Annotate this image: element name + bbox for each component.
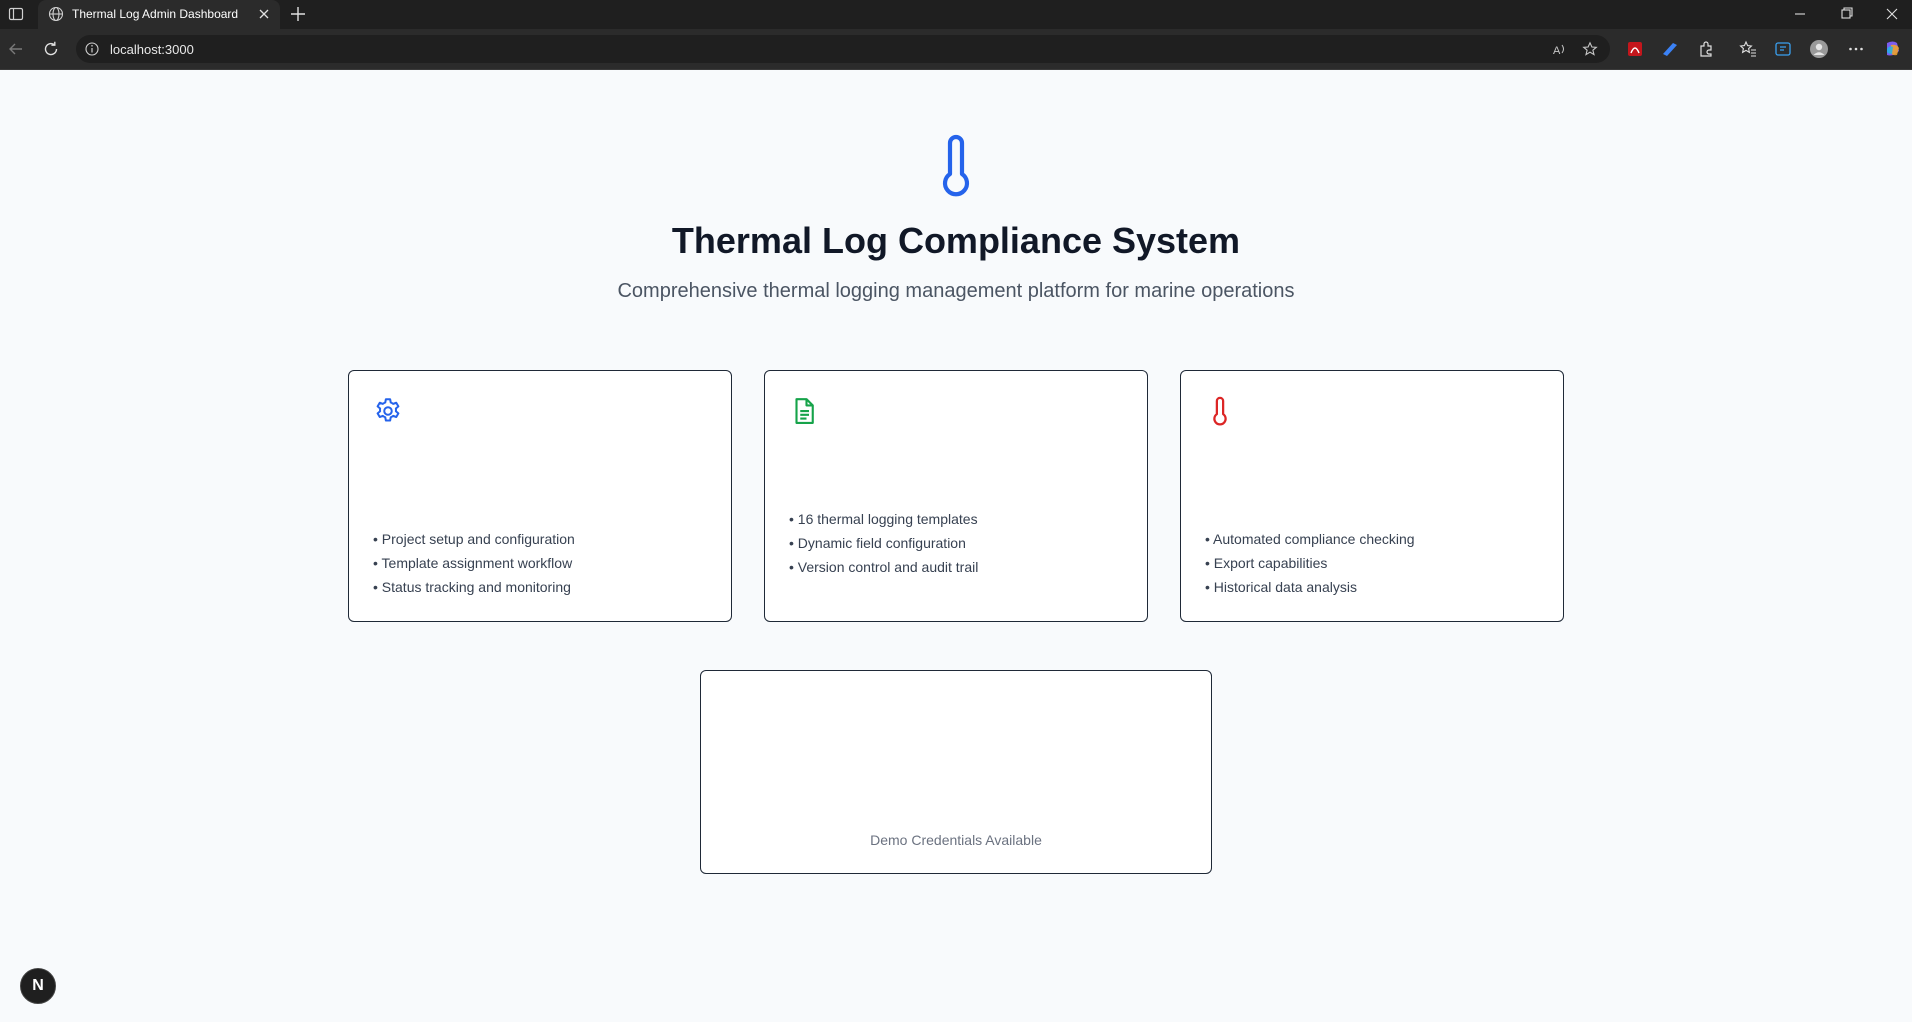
card-title: Compliance: [1205, 435, 1330, 460]
collections-icon[interactable]: [1773, 39, 1793, 59]
feature-item: Status tracking and monitoring: [373, 575, 575, 599]
gear-icon: [376, 398, 400, 422]
feature-item: Historical data analysis: [1205, 575, 1415, 599]
thermometer-icon: [942, 134, 970, 197]
demo-credentials-text: Demo Credentials Available: [870, 832, 1042, 848]
close-tab-icon[interactable]: [256, 6, 272, 22]
feature-item: Export capabilities: [1205, 551, 1415, 575]
favorite-star-icon[interactable]: [1582, 41, 1598, 57]
reload-icon[interactable]: [41, 39, 61, 59]
card-title: Job Management: [373, 435, 553, 460]
sign-in-button[interactable]: Sign In to Dashboard: [725, 779, 1187, 819]
document-icon: [795, 398, 814, 424]
access-description: Sign in to manage thermal logging operat…: [815, 727, 1097, 743]
browser-tabbar: Thermal Log Admin Dashboard: [0, 0, 1912, 29]
site-info-icon[interactable]: [84, 41, 100, 57]
feature-item: Project setup and configuration: [373, 527, 575, 551]
feature-list: Project setup and configuration Template…: [373, 527, 575, 599]
more-options-icon[interactable]: [1846, 39, 1866, 59]
back-icon[interactable]: [6, 39, 26, 59]
page-subtitle: Comprehensive thermal logging management…: [617, 280, 1295, 302]
extensions-puzzle-icon[interactable]: [1696, 39, 1716, 59]
feature-item: Template assignment workflow: [373, 551, 575, 575]
new-tab-icon[interactable]: [288, 4, 308, 24]
feature-item: Version control and audit trail: [789, 555, 979, 579]
copilot-icon[interactable]: [1883, 39, 1903, 59]
card-description: Advanced template system with Excel inte…: [789, 468, 1094, 484]
feature-card-compliance: Compliance Ensure regulatory compliance …: [1180, 370, 1564, 622]
tab-title: Thermal Log Admin Dashboard: [72, 7, 239, 21]
browser-tab-active[interactable]: Thermal Log Admin Dashboard: [38, 0, 280, 29]
profile-avatar-icon[interactable]: [1809, 39, 1829, 59]
svg-text:A: A: [1553, 45, 1561, 57]
thermometer-icon: [1213, 396, 1227, 426]
feature-list: Automated compliance checking Export cap…: [1205, 527, 1415, 599]
feature-item: Automated compliance checking: [1205, 527, 1415, 551]
browser-toolbar: localhost:3000 A: [0, 29, 1912, 70]
card-title: Log Builder: [789, 435, 912, 460]
sidebar-toggle-icon[interactable]: [8, 6, 24, 22]
page-title: Thermal Log Compliance System: [671, 220, 1241, 261]
close-window-icon[interactable]: [1878, 3, 1906, 25]
feature-list: 16 thermal logging templates Dynamic fie…: [789, 507, 979, 579]
dev-tools-badge[interactable]: N: [20, 968, 56, 1004]
feature-item: 16 thermal logging templates: [789, 507, 978, 531]
access-dashboard-card: Access Admin Dashboard Sign in to manage…: [700, 670, 1212, 874]
feature-card-log-builder: Log Builder Advanced template system wit…: [764, 370, 1148, 622]
card-description: Ensure regulatory compliance with automa…: [1205, 468, 1490, 504]
pdf-extension-icon[interactable]: [1625, 39, 1645, 59]
landing-page: Thermal Log Compliance System Comprehens…: [0, 70, 1912, 1022]
access-title: Access Admin Dashboard: [820, 695, 1092, 720]
url-text[interactable]: localhost:3000: [110, 42, 194, 57]
card-description: Create and manage thermal logging jobs w…: [373, 468, 655, 504]
feature-item: Dynamic field configuration: [789, 531, 978, 555]
read-aloud-icon[interactable]: A: [1552, 41, 1568, 57]
globe-icon: [48, 6, 64, 22]
favorites-icon[interactable]: [1738, 39, 1758, 59]
address-bar[interactable]: localhost:3000 A: [76, 35, 1610, 63]
minimize-icon[interactable]: [1786, 3, 1814, 25]
pen-extension-icon[interactable]: [1660, 39, 1680, 59]
restore-icon[interactable]: [1832, 3, 1860, 25]
feature-card-job-management: Job Management Create and manage thermal…: [348, 370, 732, 622]
